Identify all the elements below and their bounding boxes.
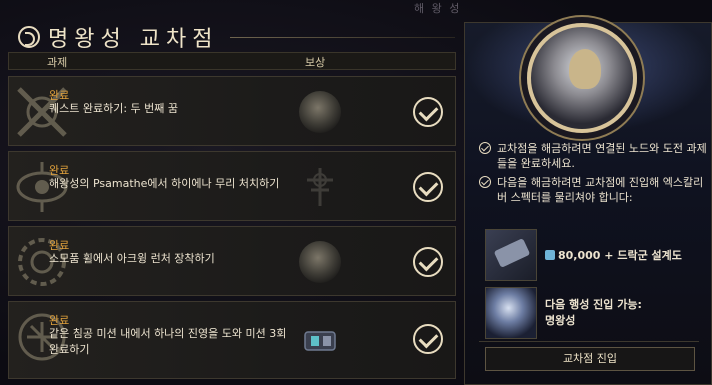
junction-screen: 해 왕 성 명왕성 교차점 과제 보상 완료 퀘스트 완료하기: 두 번째 꿈 … bbox=[0, 0, 712, 385]
page-title: 명왕성 교차점 bbox=[48, 27, 219, 52]
info-requirement-2: 다음을 해금하려면 교차점에 진입해 엑스칼리버 스펙터를 물리쳐야 합니다: bbox=[479, 175, 707, 205]
planet-thumbnail bbox=[485, 287, 537, 339]
panel-divider bbox=[479, 341, 699, 342]
completed-check-icon bbox=[413, 324, 443, 354]
info-text-1: 교차점을 해금하려면 연결된 노드와 도전 과제들을 완료하세요. bbox=[497, 142, 707, 170]
header: 명왕성 교차점 bbox=[18, 22, 218, 52]
specter-portrait bbox=[527, 23, 637, 133]
task-row: 완료 같은 침공 미션 내에서 하나의 진영을 도와 미션 3회 완료하기 bbox=[8, 301, 456, 379]
blueprint-thumbnail bbox=[485, 229, 537, 281]
column-header: 과제 보상 bbox=[8, 52, 456, 70]
task-column-label: 과제 bbox=[47, 56, 68, 69]
info-requirement-1: 교차점을 해금하려면 연결된 노드와 도전 과제들을 완료하세요. bbox=[479, 141, 707, 171]
completed-check-icon bbox=[413, 247, 443, 277]
enter-junction-button[interactable]: 교차점 진입 bbox=[485, 347, 695, 371]
reward-credits-text: 80,000 + 드락군 설계도 bbox=[558, 249, 682, 262]
task-row: 완료 소모품 휠에서 아크윙 런처 장착하기 bbox=[8, 226, 456, 296]
reward-orb-icon bbox=[299, 91, 341, 133]
reward-credits: 80,000 + 드락군 설계도 bbox=[545, 248, 682, 263]
next-planet-title: 다음 행성 진입 가능: bbox=[545, 298, 642, 311]
check-bullet-icon bbox=[479, 176, 491, 188]
junction-info-panel: 교차점을 해금하려면 연결된 노드와 도전 과제들을 완료하세요. 다음을 해금… bbox=[464, 22, 712, 385]
reward-orb-icon bbox=[299, 241, 341, 283]
header-decoration bbox=[230, 37, 455, 38]
completed-check-icon bbox=[413, 97, 443, 127]
info-text-2: 다음을 해금하려면 교차점에 진입해 엑스칼리버 스펙터를 물리쳐야 합니다: bbox=[497, 176, 704, 204]
reward-column-label: 보상 bbox=[305, 56, 326, 69]
task-row: 완료 퀘스트 완료하기: 두 번째 꿈 bbox=[8, 76, 456, 146]
top-hint: 해 왕 성 bbox=[414, 2, 462, 15]
excalibur-helmet-icon bbox=[569, 49, 601, 89]
next-planet-name: 명왕성 bbox=[545, 314, 576, 327]
completed-check-icon bbox=[413, 172, 443, 202]
archgun-blueprint-icon bbox=[493, 238, 531, 268]
task-description: 퀘스트 완료하기: 두 번째 꿈 bbox=[49, 102, 179, 115]
mod-reward-icon bbox=[304, 331, 336, 351]
syndicate-sigil-icon bbox=[307, 168, 333, 206]
task-row: 완료 해왕성의 Psamathe에서 하이에나 무리 처치하기 bbox=[8, 151, 456, 221]
task-description: 소모품 휠에서 아크윙 런처 장착하기 bbox=[49, 252, 215, 265]
task-description: 해왕성의 Psamathe에서 하이에나 무리 처치하기 bbox=[49, 177, 280, 190]
credits-icon bbox=[545, 250, 555, 260]
check-bullet-icon bbox=[479, 142, 491, 154]
junction-logo-icon bbox=[18, 26, 40, 48]
task-description: 같은 침공 미션 내에서 하나의 진영을 도와 미션 3회 완료하기 bbox=[49, 327, 287, 356]
